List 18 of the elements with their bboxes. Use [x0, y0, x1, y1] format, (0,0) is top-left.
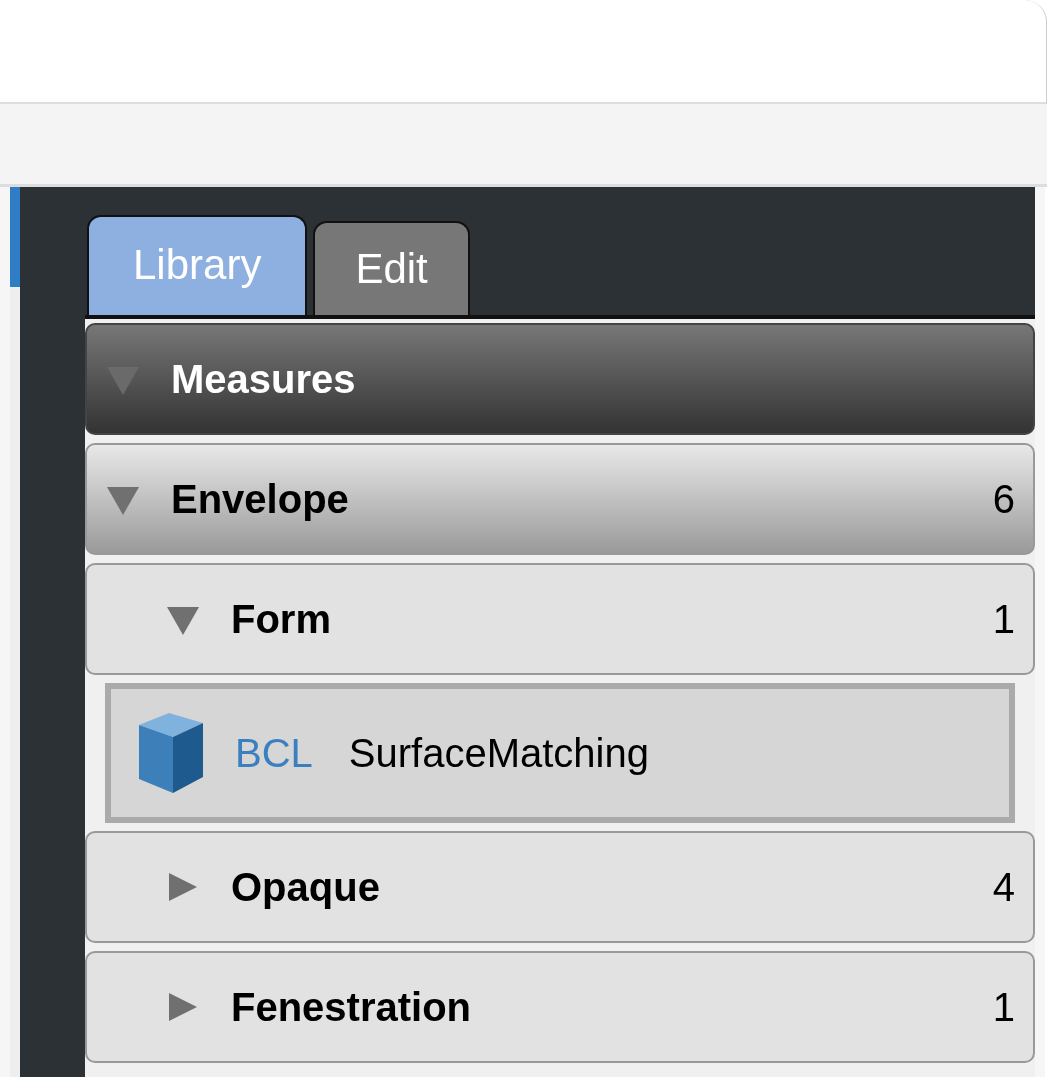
category-label: Form	[231, 596, 332, 642]
item-count: 1	[992, 596, 1015, 642]
category-label: Opaque	[231, 864, 381, 910]
item-count: 4	[992, 864, 1015, 910]
tree-category-row[interactable]: Opaque 4	[85, 831, 1035, 943]
measure-item[interactable]: BCL SurfaceMatching	[105, 683, 1015, 823]
tree-category-row[interactable]: Envelope 6	[85, 443, 1035, 555]
tab[interactable]: Edit	[313, 221, 470, 315]
category-label: Fenestration	[231, 984, 473, 1030]
item-count: 6	[992, 476, 1015, 522]
measure-name: SurfaceMatching	[348, 730, 649, 776]
category-label: Measures	[171, 356, 357, 402]
measure-source: BCL	[235, 730, 313, 776]
item-count: 1	[992, 984, 1015, 1030]
tree-category-row[interactable]: Fenestration 1	[85, 951, 1035, 1063]
tree-category-row[interactable]: Measures	[85, 323, 1035, 435]
tree-category-row[interactable]: Form 1	[85, 563, 1035, 675]
category-label: Envelope	[171, 476, 350, 522]
